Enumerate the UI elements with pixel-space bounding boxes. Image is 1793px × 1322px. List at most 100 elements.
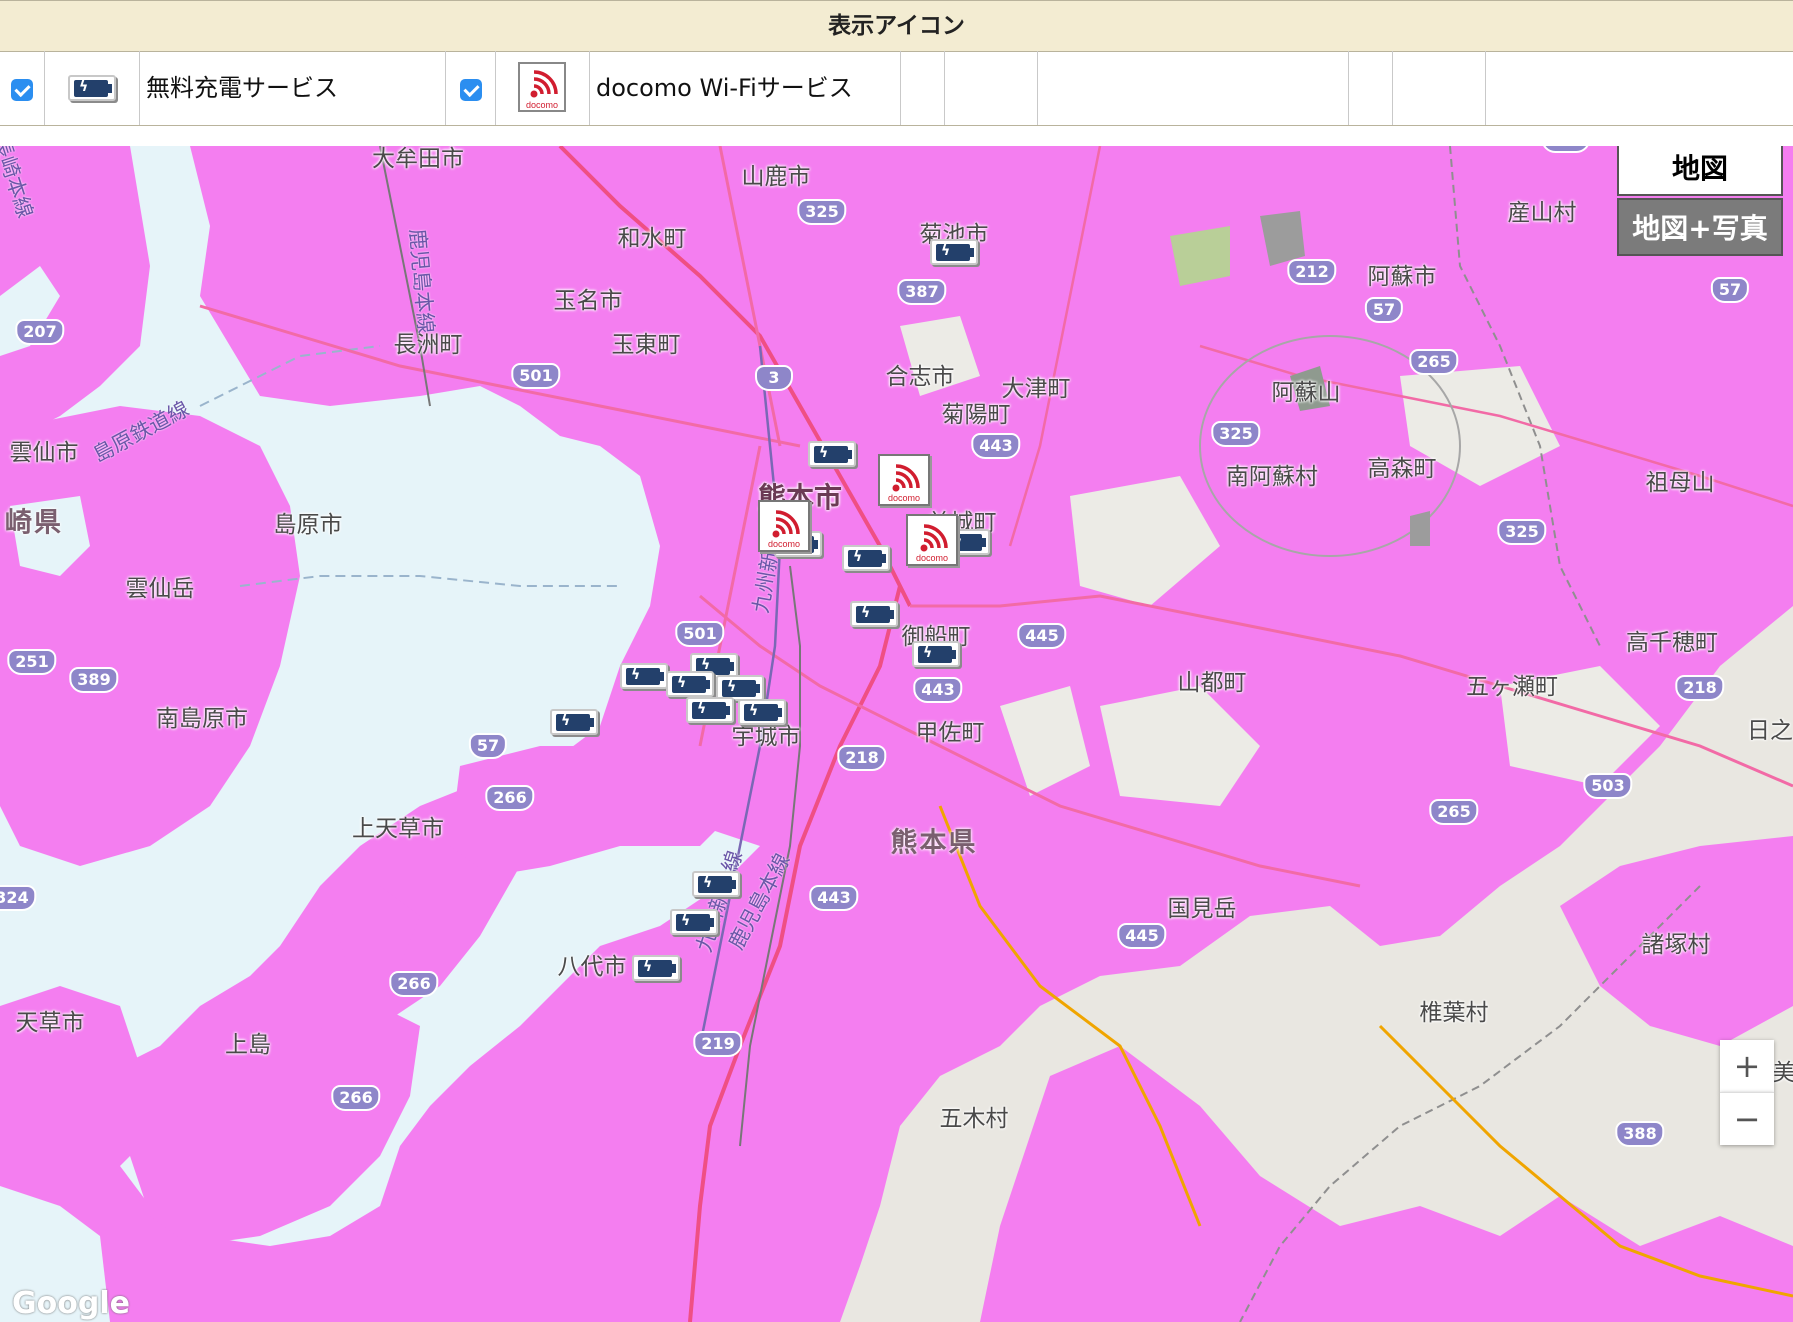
wifi-checkbox-cell[interactable] <box>446 51 496 125</box>
route-shield: 3 <box>755 365 793 391</box>
wifi-label-cell: docomo Wi-Fiサービス <box>590 51 901 125</box>
place-tamana: 玉名市 <box>553 288 623 314</box>
docomo-wifi-icon: docomo <box>916 524 948 563</box>
docomo-wifi-icon: docomo <box>518 62 566 112</box>
place-ubuyama: 産山村 <box>1507 200 1577 226</box>
charging-pin[interactable]: ϟ <box>550 709 598 735</box>
wifi-pin[interactable]: docomo <box>758 500 810 552</box>
charging-pin[interactable]: ϟ <box>632 955 680 981</box>
map-base-layer <box>0 146 1793 1322</box>
route-shield: 443 <box>809 885 859 911</box>
route-shield: 266 <box>389 971 439 997</box>
coverage-map[interactable]: 大牟田市 山鹿市 和水町 菊池市 玉名市 玉東町 長洲町 合志市 大津町 菊陽町… <box>0 146 1793 1322</box>
place-minamiaso: 南阿蘇村 <box>1226 464 1318 490</box>
place-unzen: 雲仙市 <box>9 440 79 466</box>
place-unzendake: 雲仙岳 <box>125 576 195 602</box>
legend-row: ϟ 無料充電サービス docomo docomo Wi-Fiサービス <box>0 51 1793 126</box>
svg-text:docomo: docomo <box>768 539 800 549</box>
place-amakusa: 天草市 <box>15 1010 85 1036</box>
wifi-pin[interactable]: docomo <box>906 514 958 566</box>
place-minamishimabara: 南島原市 <box>156 706 248 732</box>
place-ozu: 大津町 <box>1001 376 1071 402</box>
prefecture-nagasaki: 崎県 <box>5 507 63 539</box>
charging-pin[interactable]: ϟ <box>808 441 856 467</box>
charging-label-cell: 無料充電サービス <box>140 51 446 125</box>
wifi-service-label: docomo Wi-Fiサービス <box>596 74 853 102</box>
route-shield: 251 <box>7 649 57 675</box>
route-shield: 443 <box>971 433 1021 459</box>
route-shield: 207 <box>15 319 65 345</box>
route-shield: 443 <box>913 677 963 703</box>
zoom-out-button[interactable]: − <box>1720 1092 1774 1145</box>
route-shield: 266 <box>485 785 535 811</box>
wifi-icon-cell: docomo <box>496 51 590 125</box>
charging-pin[interactable]: ϟ <box>620 663 668 689</box>
place-shimabara: 島原市 <box>273 512 343 538</box>
place-sobosan: 祖母山 <box>1645 470 1715 496</box>
charging-service-label: 無料充電サービス <box>146 74 338 102</box>
prefecture-kumamoto: 熊本県 <box>890 827 978 859</box>
place-takachiho: 高千穂町 <box>1626 630 1718 656</box>
route-shield: 57 <box>1710 277 1750 303</box>
legend-title: 表示アイコン <box>0 0 1793 52</box>
route-shield: 389 <box>69 667 119 693</box>
docomo-wifi-icon: docomo <box>888 464 920 503</box>
charging-pin[interactable]: ϟ <box>842 545 890 571</box>
wifi-checkbox[interactable] <box>460 79 482 101</box>
route-shield: 388 <box>1615 1121 1665 1147</box>
zoom-in-button[interactable]: + <box>1720 1040 1774 1092</box>
empty-cell <box>1038 51 1349 125</box>
place-aso: 阿蘇市 <box>1367 264 1437 290</box>
svg-text:docomo: docomo <box>916 553 948 563</box>
charging-battery-icon: ϟ <box>68 75 116 101</box>
charging-pin[interactable]: ϟ <box>912 641 960 667</box>
charging-checkbox-cell[interactable] <box>0 51 45 125</box>
place-yatsushiro: 八代市 <box>557 954 627 980</box>
icon-legend: 表示アイコン ϟ 無料充電サービス docomo docomo Wi-Fiサービ… <box>0 0 1793 126</box>
charging-pin[interactable]: ϟ <box>670 909 718 935</box>
empty-cell <box>1393 51 1486 125</box>
place-itsuki: 五木村 <box>939 1106 1009 1132</box>
route-shield: 325 <box>1497 519 1547 545</box>
place-kunimidake: 国見岳 <box>1167 896 1237 922</box>
svg-text:docomo: docomo <box>526 100 558 110</box>
route-shield: 212 <box>1287 259 1337 285</box>
place-yamato: 山都町 <box>1177 670 1247 696</box>
route-shield: 324 <box>0 885 37 911</box>
charging-pin[interactable]: ϟ <box>850 601 898 627</box>
wifi-pin[interactable]: docomo <box>878 454 930 506</box>
place-omuta: 大牟田市 <box>372 146 464 172</box>
charging-checkbox[interactable] <box>11 79 33 101</box>
place-yamaga: 山鹿市 <box>741 164 811 190</box>
map-type-photo-button[interactable]: 地図+写真 <box>1617 198 1783 256</box>
map-type-map-button[interactable]: 地図 <box>1617 146 1783 196</box>
place-kosa: 甲佐町 <box>915 720 985 746</box>
route-shield: 501 <box>675 621 725 647</box>
place-kamishima: 上島 <box>225 1032 271 1058</box>
charging-pin[interactable]: ϟ <box>666 671 714 697</box>
empty-cell <box>1486 51 1793 125</box>
empty-cell <box>901 51 945 125</box>
docomo-wifi-icon: docomo <box>768 510 800 549</box>
place-takamori: 高森町 <box>1367 456 1437 482</box>
place-kamiamakusa: 上天草市 <box>352 816 444 842</box>
place-nagomi: 和水町 <box>617 226 687 252</box>
route-shield: 219 <box>693 1031 743 1057</box>
charging-pin[interactable]: ϟ <box>930 239 978 265</box>
route-shield: 445 <box>1117 923 1167 949</box>
place-shiiba: 椎葉村 <box>1419 1000 1489 1026</box>
charging-pin[interactable]: ϟ <box>738 699 786 725</box>
charging-pin[interactable]: ϟ <box>686 697 734 723</box>
route-shield: 325 <box>1211 421 1261 447</box>
route-shield: 325 <box>797 199 847 225</box>
place-gyokuto: 玉東町 <box>611 332 681 358</box>
route-shield: 445 <box>1017 623 1067 649</box>
svg-text:docomo: docomo <box>888 493 920 503</box>
place-hinokage: 日之 <box>1747 718 1793 744</box>
route-shield: 57 <box>1364 297 1404 323</box>
charging-icon-cell: ϟ <box>45 51 140 125</box>
charging-pin[interactable]: ϟ <box>692 871 740 897</box>
empty-cell <box>1349 51 1393 125</box>
route-shield: 57 <box>468 733 508 759</box>
route-shield: 265 <box>1409 349 1459 375</box>
